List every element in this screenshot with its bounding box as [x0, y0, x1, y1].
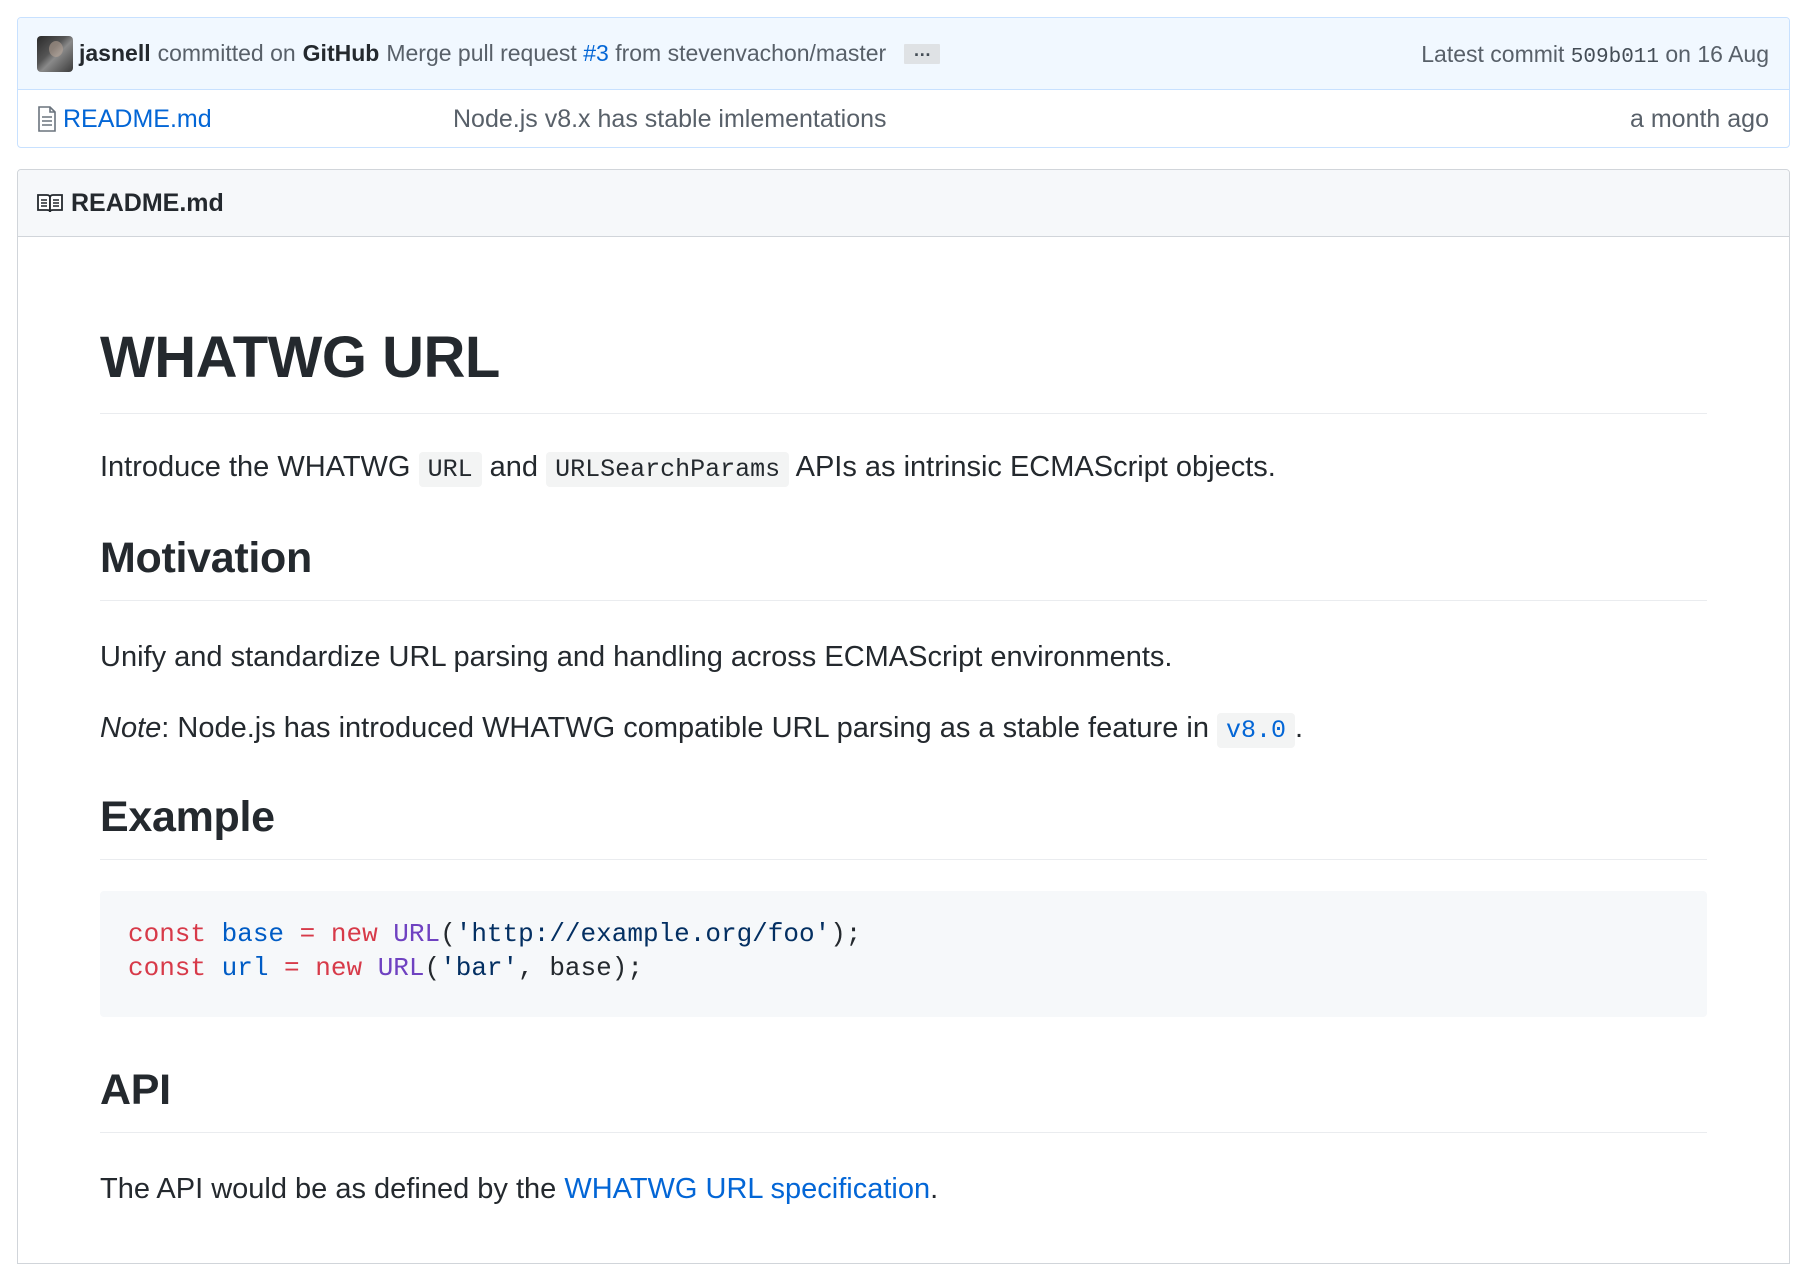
motivation-heading: Motivation	[100, 530, 1707, 601]
code-punct: , base);	[518, 953, 643, 983]
file-age: a month ago	[1630, 104, 1769, 133]
intro-text-2: and	[489, 451, 539, 483]
commit-author[interactable]: jasnell	[79, 40, 151, 67]
code-keyword: const	[128, 919, 207, 949]
note-label: Note	[100, 712, 162, 744]
code-keyword: const	[128, 953, 207, 983]
file-icon	[38, 106, 56, 132]
code-function: URL	[377, 953, 425, 983]
commit-hash[interactable]: 509b011	[1571, 46, 1659, 69]
intro-text-3: APIs as intrinsic ECMAScript objects.	[795, 451, 1276, 483]
file-row: README.md Node.js v8.x has stable imleme…	[18, 90, 1789, 147]
readme-header: README.md	[18, 170, 1789, 237]
code-punct: (	[424, 953, 441, 983]
latest-commit-bar: jasnell committed on GitHub Merge pull r…	[18, 18, 1789, 90]
code-string: 'bar'	[440, 953, 519, 983]
v8-link[interactable]: v8.0	[1217, 713, 1296, 748]
latest-commit-info: Latest commit 509b011 on 16 Aug	[1421, 18, 1769, 90]
commit-date: on 16 Aug	[1665, 41, 1769, 67]
committed-on-text: committed on	[157, 40, 296, 66]
code-punct: (	[440, 919, 456, 949]
readme-content: WHATWG URL Introduce the WHATWG URL and …	[18, 237, 1789, 1211]
file-name-link[interactable]: README.md	[63, 105, 453, 134]
code-punct: );	[830, 919, 862, 949]
note-paragraph: Note: Node.js has introduced WHATWG comp…	[100, 706, 1707, 753]
intro-paragraph: Introduce the WHATWG URL and URLSearchPa…	[100, 445, 1707, 492]
code-variable: base	[221, 919, 285, 949]
readme-box: README.md WHATWG URL Introduce the WHATW…	[17, 169, 1790, 1264]
code-keyword: new	[315, 953, 363, 983]
readme-header-title: README.md	[71, 188, 224, 217]
book-icon	[37, 194, 63, 213]
commit-platform: GitHub	[302, 40, 380, 66]
api-paragraph: The API would be as defined by the WHATW…	[100, 1167, 1707, 1211]
expand-commit-button[interactable]: …	[904, 41, 941, 64]
commit-message[interactable]: Merge pull request #3 from stevenvachon/…	[386, 40, 886, 67]
code-variable: url	[221, 953, 269, 983]
code-operator: =	[299, 919, 316, 949]
code-function: URL	[393, 919, 441, 949]
api-heading: API	[100, 1062, 1707, 1133]
code-block: const base = new URL('http://example.org…	[100, 891, 1707, 1017]
author-avatar[interactable]	[37, 35, 73, 72]
pull-request-link[interactable]: #3	[583, 40, 609, 66]
readme-title: WHATWG URL	[100, 237, 1707, 414]
code-operator: =	[284, 953, 300, 983]
code-keyword: new	[330, 919, 378, 949]
latest-commit-label: Latest commit	[1421, 41, 1565, 67]
inline-code-urlsearchparams: URLSearchParams	[546, 452, 790, 487]
file-commit-message[interactable]: Node.js v8.x has stable imlementations	[453, 105, 887, 134]
whatwg-spec-link[interactable]: WHATWG URL specification	[564, 1173, 930, 1205]
inline-code-url: URL	[418, 452, 482, 487]
code-string: 'http://example.org/foo'	[455, 919, 831, 949]
intro-text-1: Introduce the WHATWG	[100, 451, 411, 483]
note-end: .	[1295, 712, 1304, 744]
api-end: .	[930, 1173, 939, 1205]
commit-box: jasnell committed on GitHub Merge pull r…	[17, 17, 1790, 148]
commit-message-suffix[interactable]: from stevenvachon/master	[615, 40, 886, 66]
note-text: : Node.js has introduced WHATWG compatib…	[161, 712, 1209, 744]
example-heading: Example	[100, 789, 1707, 860]
commit-message-prefix[interactable]: Merge pull request	[386, 40, 577, 66]
motivation-paragraph: Unify and standardize URL parsing and ha…	[100, 641, 1173, 673]
api-text: The API would be as defined by the	[100, 1173, 557, 1205]
